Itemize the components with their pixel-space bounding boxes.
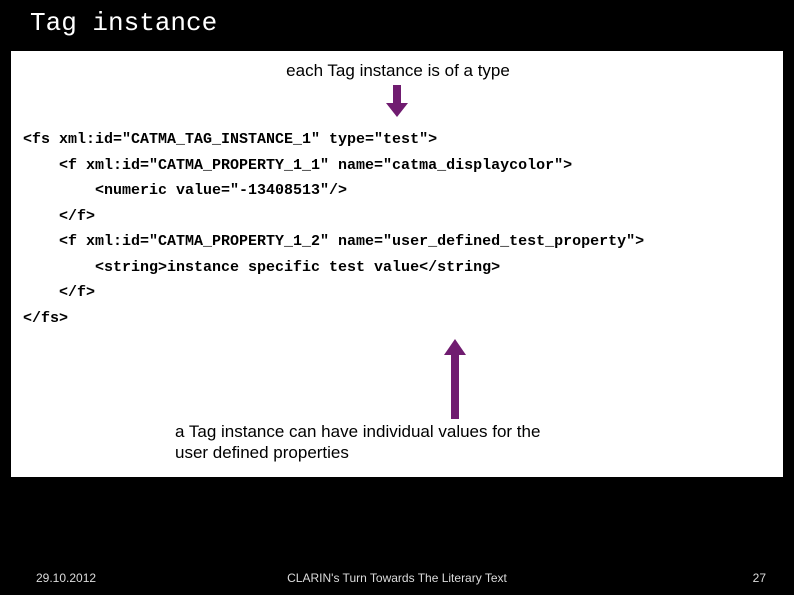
code-line: <f xml:id="CATMA_PROPERTY_1_2" name="use… [23, 233, 644, 250]
code-line: <string>instance specific test value</st… [23, 259, 500, 276]
footer-date: 29.10.2012 [36, 571, 96, 585]
arrow-up-icon [444, 339, 466, 419]
footer-page-number: 27 [753, 571, 766, 585]
footer-subtitle: CLARIN's Turn Towards The Literary Text [287, 571, 507, 585]
code-block: <fs xml:id="CATMA_TAG_INSTANCE_1" type="… [23, 127, 773, 331]
code-line: <numeric value="-13408513"/> [23, 182, 347, 199]
slide-title: Tag instance [0, 0, 794, 48]
code-line: </fs> [23, 310, 68, 327]
arrow-down-icon [386, 85, 408, 117]
code-line: </f> [23, 208, 95, 225]
code-line: </f> [23, 284, 95, 301]
content-panel: each Tag instance is of a type <fs xml:i… [8, 48, 786, 480]
caption-bottom: a Tag instance can have individual value… [175, 421, 575, 464]
code-line: <fs xml:id="CATMA_TAG_INSTANCE_1" type="… [23, 131, 437, 148]
caption-top: each Tag instance is of a type [23, 61, 773, 81]
code-line: <f xml:id="CATMA_PROPERTY_1_1" name="cat… [23, 157, 572, 174]
